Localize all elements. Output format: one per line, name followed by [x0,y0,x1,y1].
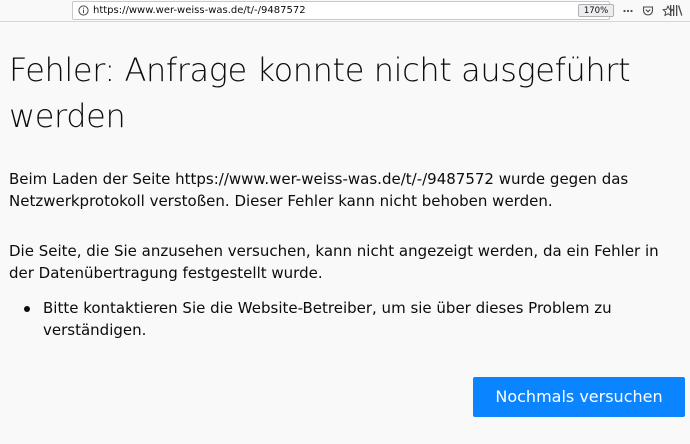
url-bar[interactable]: https://www.wer-weiss-was.de/t/-/9487572… [72,1,674,20]
error-page-content: Fehler: Anfrage konnte nicht ausgeführt … [0,23,690,444]
zoom-level-badge[interactable]: 170% [578,4,614,17]
error-details: Die Seite, die Sie anzusehen versuchen, … [9,242,659,282]
list-item: Bitte kontaktieren Sie die Website-Betre… [9,297,681,341]
bullet-icon [24,306,30,312]
library-icon[interactable] [669,4,683,17]
error-title: Fehler: Anfrage konnte nicht ausgeführt … [9,51,631,135]
pocket-icon[interactable] [642,5,654,17]
error-description: Beim Laden der Seite https://www.wer-wei… [9,170,629,210]
info-icon[interactable] [78,5,89,16]
list-item-text: Bitte kontaktieren Sie die Website-Betre… [43,299,612,339]
retry-button[interactable]: Nochmals versuchen [473,377,685,417]
url-text[interactable]: https://www.wer-weiss-was.de/t/-/9487572 [93,4,306,17]
page-actions-icon[interactable] [622,5,634,17]
suggestion-list: Bitte kontaktieren Sie die Website-Betre… [9,297,681,341]
browser-toolbar: https://www.wer-weiss-was.de/t/-/9487572… [0,0,690,22]
